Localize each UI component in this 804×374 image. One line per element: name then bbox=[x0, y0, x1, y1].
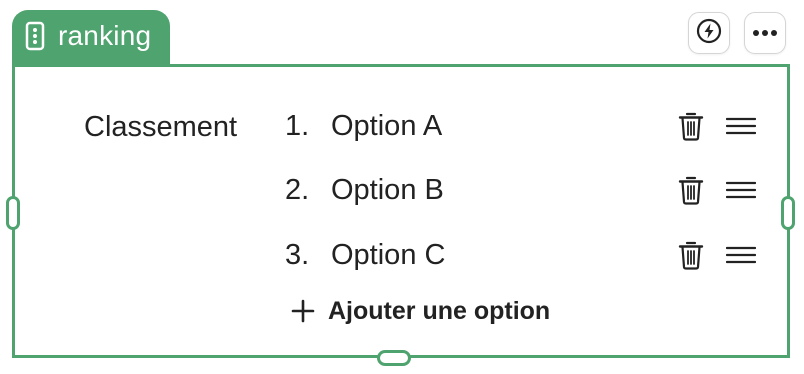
block-type-tag[interactable]: ranking bbox=[12, 10, 170, 66]
add-option-label: Ajouter une option bbox=[328, 296, 551, 325]
option-number: 3. bbox=[285, 238, 310, 271]
add-option-button[interactable]: Ajouter une option bbox=[290, 292, 550, 330]
block-type-label: ranking bbox=[58, 20, 152, 51]
resize-handle-left[interactable] bbox=[6, 196, 20, 230]
option-row: 3. Option C bbox=[285, 235, 757, 275]
plus-icon bbox=[290, 298, 316, 324]
trash-icon[interactable] bbox=[675, 110, 707, 142]
more-options-button[interactable] bbox=[744, 12, 786, 54]
bolt-icon bbox=[696, 18, 722, 49]
field-label: Classement bbox=[84, 111, 238, 143]
grip-dots-icon[interactable] bbox=[24, 20, 46, 52]
bolt-button[interactable] bbox=[688, 12, 730, 54]
option-text[interactable]: Option C bbox=[331, 239, 675, 272]
option-row: 1. Option A bbox=[285, 106, 757, 146]
option-text[interactable]: Option B bbox=[331, 174, 675, 207]
drag-handle-icon[interactable] bbox=[725, 110, 757, 142]
trash-icon[interactable] bbox=[675, 239, 707, 271]
trash-icon[interactable] bbox=[675, 174, 707, 206]
resize-handle-right[interactable] bbox=[781, 196, 795, 230]
resize-handle-bottom[interactable] bbox=[377, 350, 411, 366]
drag-handle-icon[interactable] bbox=[725, 239, 757, 271]
option-number: 1. bbox=[285, 109, 310, 142]
option-row: 2. Option B bbox=[285, 170, 757, 210]
option-text[interactable]: Option A bbox=[331, 110, 675, 143]
drag-handle-icon[interactable] bbox=[725, 174, 757, 206]
more-dots-icon bbox=[752, 24, 778, 42]
option-number: 2. bbox=[285, 173, 310, 206]
